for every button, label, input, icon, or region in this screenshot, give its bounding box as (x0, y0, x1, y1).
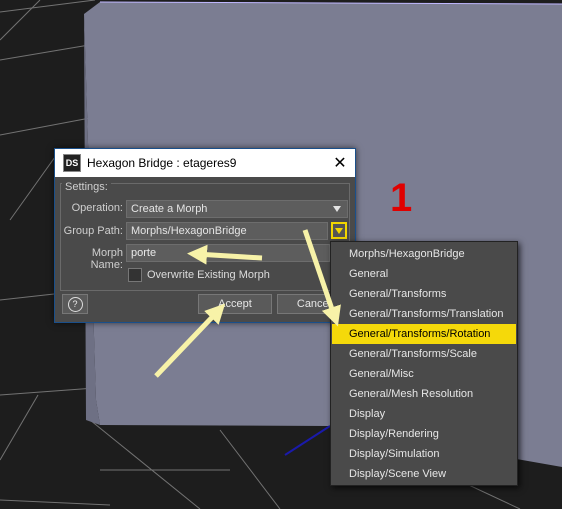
annotation-arrow-dropdown (302, 229, 341, 327)
annotation-arrow-morph-name (187, 244, 263, 265)
annotation-arrow-accept (154, 303, 226, 378)
annotation-overlay (154, 229, 341, 378)
